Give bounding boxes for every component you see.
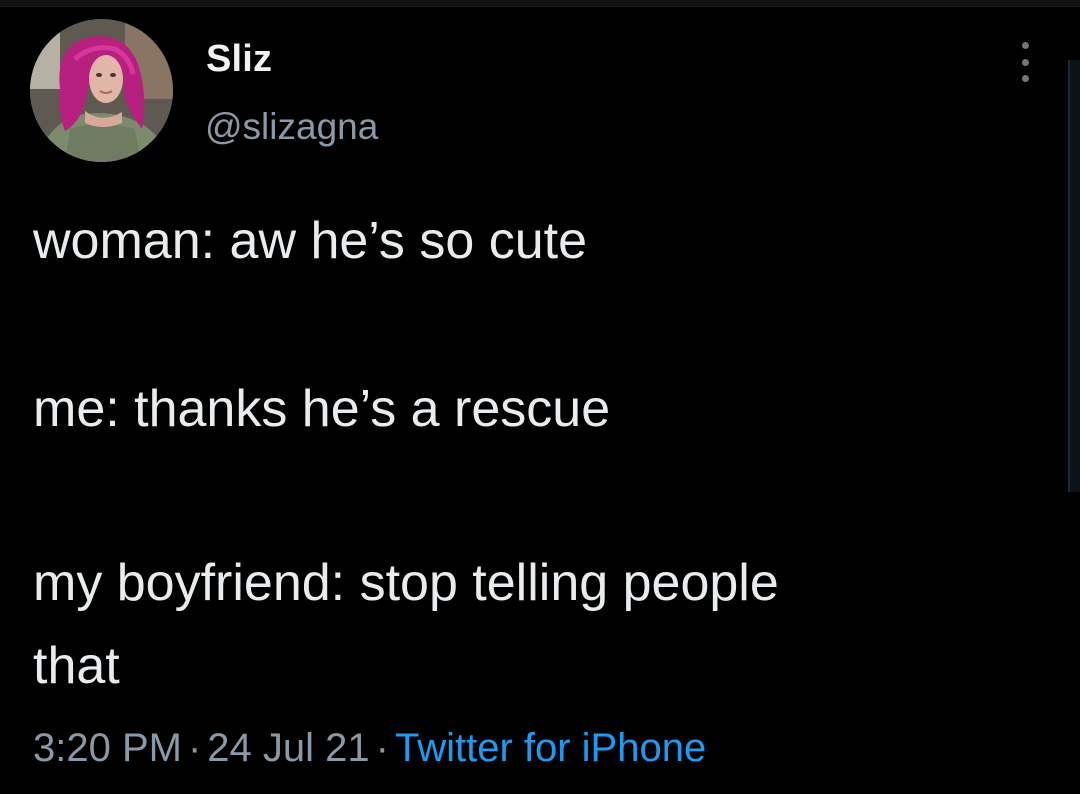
display-name[interactable]: Sliz [206,38,272,81]
tweet-text-line: me: thanks he’s a rescue [33,380,611,438]
more-vertical-icon[interactable] [1012,38,1038,86]
scroll-edge [1068,60,1080,492]
meta-separator: · [187,726,202,770]
tweet-source-link[interactable]: Twitter for iPhone [395,726,706,770]
top-divider [0,0,1080,7]
tweet-time[interactable]: 3:20 PM [33,726,182,770]
tweet-date[interactable]: 24 Jul 21 [207,726,369,770]
user-handle[interactable]: @slizagna [205,106,378,148]
meta-separator: · [375,726,389,770]
more-dot [1021,42,1029,49]
avatar[interactable] [30,19,173,162]
more-dot [1021,58,1029,66]
tweet-text-line: woman: aw he’s so cute [33,212,587,270]
tweet-text-line: that [33,637,120,695]
tweet-meta: 3:20 PM · 24 Jul 21 · Twitter for iPhone [33,726,706,771]
more-dot [1021,75,1029,82]
avatar-photo [30,19,173,162]
tweet-text-line: my boyfriend: stop telling people [33,554,779,612]
